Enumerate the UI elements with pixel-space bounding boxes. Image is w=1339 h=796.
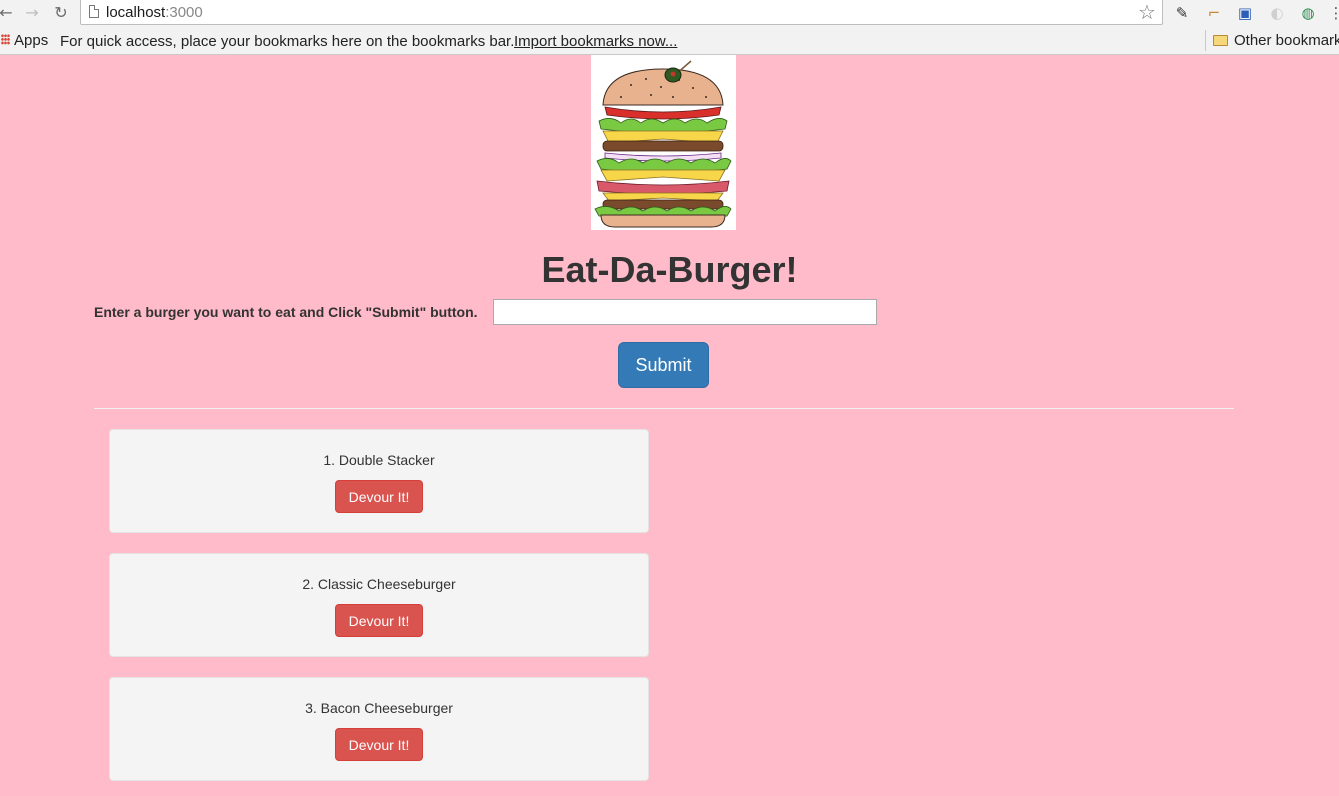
burger-name: 1. Double Stacker	[323, 452, 435, 468]
globe-icon[interactable]: ◍	[1298, 3, 1318, 23]
address-bar[interactable]: localhost:3000 ☆	[80, 0, 1163, 25]
folder-icon	[1213, 35, 1228, 46]
back-arrow-icon[interactable]: ←	[0, 3, 16, 23]
burger-name-input[interactable]	[493, 299, 877, 325]
extension-icon[interactable]: ◐	[1267, 3, 1287, 23]
window-resize-icon[interactable]: ▣	[1235, 3, 1255, 23]
ruler-icon[interactable]: ⌐	[1204, 3, 1224, 23]
devour-button[interactable]: Devour It!	[335, 728, 423, 761]
bookmark-star-icon[interactable]: ☆	[1138, 0, 1156, 24]
bookmarks-hint: For quick access, place your bookmarks h…	[60, 33, 515, 50]
forward-arrow-icon[interactable]: →	[22, 3, 42, 23]
bookmarks-separator	[1205, 30, 1206, 51]
devour-button[interactable]: Devour It!	[335, 604, 423, 637]
devour-button[interactable]: Devour It!	[335, 480, 423, 513]
apps-shortcut[interactable]: Apps	[14, 32, 48, 49]
burger-card: 2. Classic Cheeseburger Devour It!	[109, 553, 649, 657]
apps-grid-icon[interactable]	[1, 34, 10, 45]
browser-toolbar: ← → ↻ localhost:3000 ☆ ✎ ⌐ ▣ ◐ ◍ ⋮	[0, 0, 1339, 26]
page-title: Eat-Da-Burger!	[541, 249, 798, 290]
burger-list: 1. Double Stacker Devour It! 2. Classic …	[109, 429, 649, 796]
import-bookmarks-link[interactable]: Import bookmarks now...	[514, 33, 677, 50]
page-icon	[89, 5, 99, 18]
url-text: localhost:3000	[106, 4, 203, 21]
section-divider	[94, 408, 1234, 409]
burger-image	[591, 55, 736, 230]
burger-name: 3. Bacon Cheeseburger	[305, 700, 453, 716]
other-bookmarks-folder[interactable]: Other bookmarks	[1234, 32, 1339, 49]
burger-name: 2. Classic Cheeseburger	[302, 576, 456, 592]
reload-icon[interactable]: ↻	[51, 3, 71, 23]
burger-card: 3. Bacon Cheeseburger Devour It!	[109, 677, 649, 781]
burger-input-label: Enter a burger you want to eat and Click…	[94, 304, 478, 320]
burger-card: 1. Double Stacker Devour It!	[109, 429, 649, 533]
submit-button[interactable]: Submit	[618, 342, 709, 388]
bookmarks-bar: Apps For quick access, place your bookma…	[0, 26, 1339, 55]
menu-icon[interactable]: ⋮	[1326, 3, 1339, 23]
burger-illustration	[594, 60, 732, 228]
eyedropper-icon[interactable]: ✎	[1172, 3, 1192, 23]
